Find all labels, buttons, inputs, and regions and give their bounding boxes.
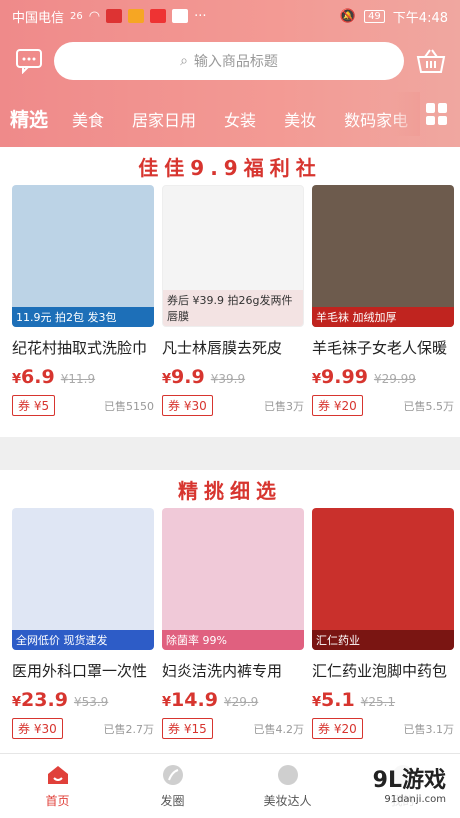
coupon-badge[interactable]: 券 ¥15	[162, 718, 213, 739]
tab-women[interactable]: 女装	[224, 107, 256, 131]
notification-icon	[172, 9, 189, 23]
image-caption: 除菌率 99%	[162, 630, 304, 650]
nav-moments[interactable]: 发圈	[115, 754, 230, 818]
signal-icon: 26	[70, 10, 83, 22]
coupon-badge[interactable]: 券 ¥20	[312, 718, 363, 739]
price: ¥9.99	[312, 366, 368, 388]
product-image: 羊毛袜 加绒加厚	[312, 185, 454, 327]
product-image: 全网低价 现货速发	[12, 508, 154, 650]
image-caption: 汇仁药业	[312, 630, 454, 650]
product-name: 汇仁药业泡脚中药包	[312, 662, 448, 680]
section-title: 精挑细选	[178, 478, 282, 503]
product-image: 除菌率 99%	[162, 508, 304, 650]
product-image: 汇仁药业	[312, 508, 454, 650]
original-price: ¥53.9	[73, 695, 109, 709]
price: ¥23.9	[12, 689, 68, 711]
sold-count: 已售3万	[264, 399, 304, 413]
product-card[interactable]: 券后 ¥39.9 拍26g发两件唇膜 凡士林唇膜去死皮 ¥9.9 ¥39.9 券 …	[162, 185, 304, 416]
coupon-badge[interactable]: 券 ¥20	[312, 395, 363, 416]
product-card[interactable]: 11.9元 拍2包 发3包 纪花村抽取式洗脸巾 ¥6.9 ¥11.9 券 ¥5 已售…	[12, 185, 154, 416]
coupon-badge[interactable]: 券 ¥30	[162, 395, 213, 416]
product-card[interactable]: 羊毛袜 加绒加厚 羊毛袜子女老人保暖 ¥9.99 ¥29.99 券 ¥20 已售5.…	[312, 185, 454, 416]
image-caption: 羊毛袜 加绒加厚	[312, 307, 454, 327]
price: ¥6.9	[12, 366, 55, 388]
product-name: 妇炎洁洗内裤专用	[162, 662, 283, 680]
tab-selected[interactable]: 精选	[10, 105, 48, 132]
message-icon[interactable]	[12, 44, 46, 78]
search-input[interactable]: ⌕ 输入商品标题	[54, 42, 404, 80]
battery-icon: 49	[364, 9, 385, 23]
carrier-label: 中国电信	[12, 10, 65, 26]
original-price: ¥29.9	[223, 695, 259, 709]
product-image: 券后 ¥39.9 拍26g发两件唇膜	[162, 185, 304, 327]
search-placeholder: 输入商品标题	[193, 54, 278, 70]
star-icon	[277, 765, 298, 785]
sold-count: 已售3.1万	[403, 722, 455, 736]
product-image: 11.9元 拍2包 发3包	[12, 185, 154, 327]
notification-icon	[106, 9, 123, 23]
price: ¥14.9	[162, 689, 218, 711]
tab-beauty[interactable]: 美妆	[284, 107, 316, 131]
coupon-badge[interactable]: 券 ¥30	[12, 718, 63, 739]
sold-count: 已售5.5万	[403, 399, 455, 413]
basket-icon[interactable]	[414, 44, 448, 78]
product-name: 羊毛袜子女老人保暖	[312, 339, 448, 357]
header: 中国电信 26 ◠ ··· 🔕 49 下午4:48 ⌕ 输入商品标题 精选 美食	[0, 0, 460, 147]
nav-label: 发圈	[160, 794, 185, 808]
status-bar: 中国电信 26 ◠ ··· 🔕 49 下午4:48	[0, 0, 460, 32]
image-caption: 11.9元 拍2包 发3包	[12, 307, 154, 327]
mute-icon: 🔕	[339, 8, 357, 24]
image-caption: 全网低价 现货速发	[12, 630, 154, 650]
sold-count: 已售5150	[104, 399, 154, 413]
original-price: ¥39.9	[210, 372, 246, 386]
home-icon	[47, 766, 68, 784]
clock: 下午4:48	[392, 10, 448, 26]
more-icon: ···	[194, 8, 207, 24]
product-card[interactable]: 汇仁药业 汇仁药业泡脚中药包 ¥5.1 ¥25.1 券 ¥20 已售3.1万	[312, 508, 454, 739]
product-card[interactable]: 全网低价 现货速发 医用外科口罩一次性 ¥23.9 ¥53.9 券 ¥30 已售2.…	[12, 508, 154, 739]
section-title: 佳佳9.9福利社	[138, 155, 322, 180]
nav-label: 首页	[45, 794, 70, 808]
section-welfare: 佳佳9.9福利社 11.9元 拍2包 发3包 纪花村抽取式洗脸巾 ¥6.9 ¥11…	[0, 147, 460, 437]
sold-count: 已售4.2万	[253, 722, 305, 736]
product-name: 纪花村抽取式洗脸巾	[12, 339, 148, 357]
original-price: ¥25.1	[360, 695, 396, 709]
feather-icon	[162, 765, 183, 785]
search-icon: ⌕	[180, 53, 188, 69]
price: ¥5.1	[312, 689, 355, 711]
section-curated: 精挑细选 全网低价 现货速发 医用外科口罩一次性 ¥23.9 ¥53.9 券 ¥3…	[0, 470, 460, 753]
product-card[interactable]: 除菌率 99% 妇炎洁洗内裤专用 ¥14.9 ¥29.9 券 ¥15 已售4.2万	[162, 508, 304, 739]
nav-label: 美妆达人	[263, 794, 312, 808]
image-caption: 券后 ¥39.9 拍26g发两件唇膜	[163, 290, 303, 326]
nav-home[interactable]: 首页	[0, 754, 115, 818]
product-name: 凡士林唇膜去死皮	[162, 339, 283, 357]
tab-food[interactable]: 美食	[72, 107, 104, 131]
product-name: 医用外科口罩一次性	[12, 662, 148, 680]
sold-count: 已售2.7万	[103, 722, 155, 736]
watermark-logo: 9L游戏 91danji.com	[336, 762, 446, 814]
notification-icon	[128, 9, 145, 23]
coupon-badge[interactable]: 券 ¥5	[12, 395, 56, 416]
price: ¥9.9	[162, 366, 205, 388]
original-price: ¥11.9	[60, 372, 96, 386]
tab-home[interactable]: 居家日用	[132, 107, 196, 131]
original-price: ¥29.99	[373, 372, 416, 386]
notification-icon	[150, 9, 167, 23]
nav-beauty-expert[interactable]: 美妆达人	[230, 754, 345, 818]
wifi-icon: ◠	[88, 8, 101, 24]
